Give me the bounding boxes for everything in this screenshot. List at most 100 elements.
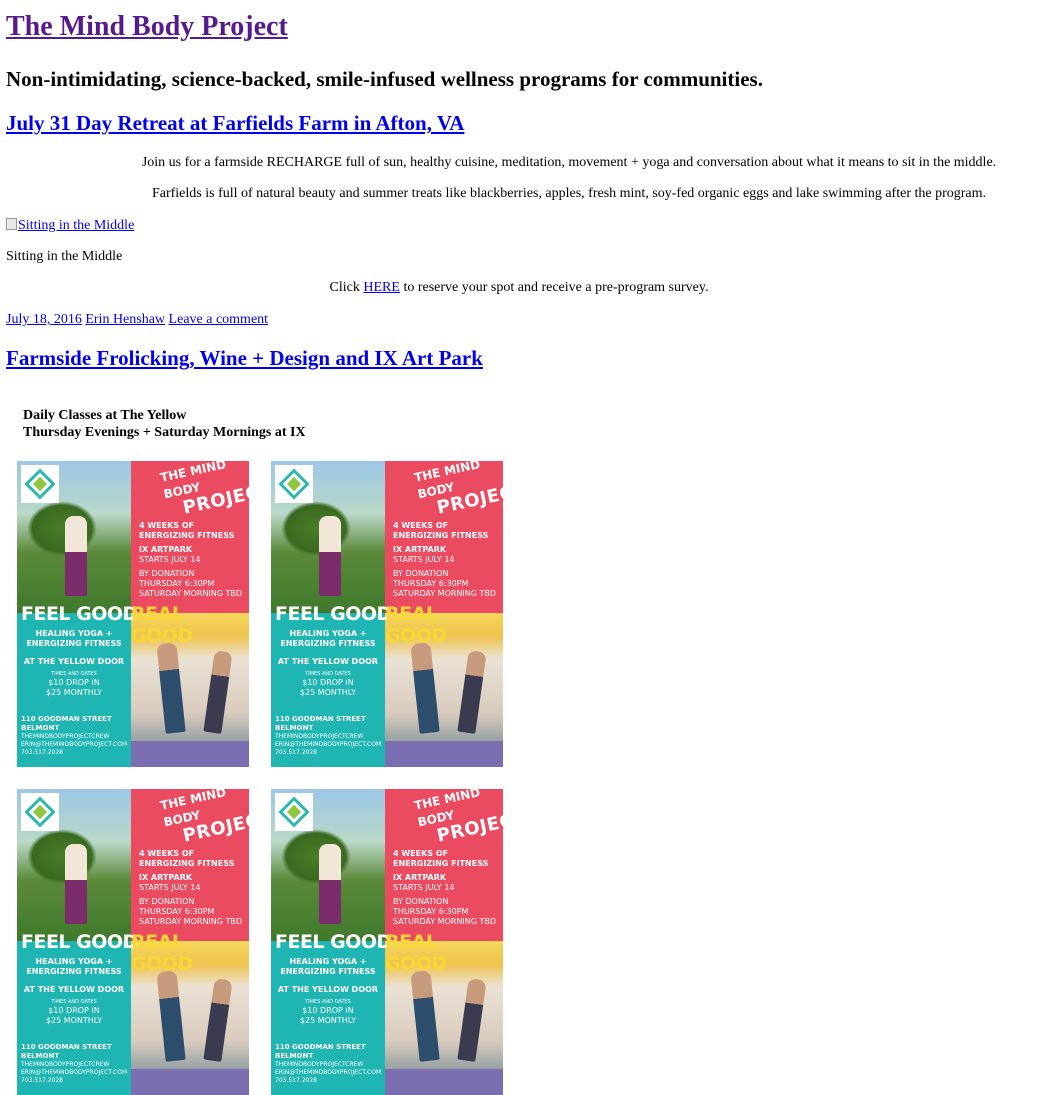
yoga-mat-graphic xyxy=(385,1069,503,1095)
flyer-text: THURSDAY 6:30PM xyxy=(393,907,469,916)
broken-image-link[interactable]: Sitting in the Middle xyxy=(6,217,134,235)
flyer-text: ERIN@THEMINDBODYPROJECT.COM xyxy=(21,1069,128,1076)
flyer-teal-panel: HEALING YOGA + ENERGIZING FITNESS AT THE… xyxy=(17,613,131,767)
page: The Mind Body Project Non-intimidating, … xyxy=(0,10,1038,441)
reserve-prefix: Click xyxy=(329,280,364,295)
flyer-text: AT THE YELLOW DOOR xyxy=(277,657,379,666)
flyer-image[interactable]: THE MIND BODY PROJECT 4 WEEKS OF ENERGIZ… xyxy=(17,461,249,767)
flyer-text: BY DONATION xyxy=(393,897,449,906)
broken-image-icon xyxy=(6,218,17,230)
flyer-text: TIMES AND DATES xyxy=(51,999,97,1005)
flyer-text: 110 GOODMAN STREET xyxy=(275,1043,366,1051)
flyer-red-panel: THE MIND BODY PROJECT 4 WEEKS OF ENERGIZ… xyxy=(131,789,249,941)
feel-good-text: FEEL GOOD xyxy=(21,931,138,953)
flyer-text: ENERGIZING FITNESS xyxy=(280,967,376,976)
flyer-address: 110 GOODMAN STREET BELMONT THEMINDBODYPR… xyxy=(21,1043,127,1085)
flyer-text: STARTS JULY 14 xyxy=(139,883,201,892)
site-title: The Mind Body Project xyxy=(6,10,1032,44)
flyer-text: 110 GOODMAN STREET xyxy=(21,715,112,723)
flyer-text: $25 MONTHLY xyxy=(45,688,103,697)
feel-good-text: FEEL GOOD xyxy=(275,603,392,625)
reserve-here-link[interactable]: HERE xyxy=(363,280,400,295)
classes-line: Thursday Evenings + Saturday Mornings at… xyxy=(23,425,306,440)
reserve-suffix: to reserve your spot and receive a pre-p… xyxy=(399,280,709,295)
flyer-text: $10 DROP IN xyxy=(302,678,354,687)
flyer-text: ENERGIZING FITNESS xyxy=(139,531,235,540)
flyer-yellow-door-details: HEALING YOGA + ENERGIZING FITNESS AT THE… xyxy=(271,629,385,698)
post-date-link[interactable]: July 18, 2016 xyxy=(6,312,82,327)
person-graphic xyxy=(319,516,341,596)
flyer-text: 4 WEEKS OF xyxy=(139,849,195,858)
classes-line: Daily Classes at The Yellow xyxy=(23,408,187,423)
person-graphic xyxy=(65,516,87,596)
post-author-link[interactable]: Erin Henshaw xyxy=(85,312,165,327)
flyer-text: IX ARTPARK xyxy=(393,873,447,882)
ix-logo xyxy=(275,465,313,503)
flyer-text: 4 WEEKS OF xyxy=(393,849,449,858)
flyer-text: THEMINDBODYPROJECTCREW xyxy=(21,1061,110,1068)
yogi-graphic xyxy=(410,970,440,1062)
flyer-text: 703.517.2028 xyxy=(275,1077,317,1084)
post-title-link-farmside[interactable]: Farmside Frolicking, Wine + Design and I… xyxy=(6,346,483,370)
image-caption: Sitting in the Middle xyxy=(6,249,123,264)
flyer-text: 4 WEEKS OF xyxy=(393,521,449,530)
post-title-link-retreat[interactable]: July 31 Day Retreat at Farfields Farm in… xyxy=(6,111,464,135)
flyer-text: AT THE YELLOW DOOR xyxy=(23,985,125,994)
yoga-mat-graphic xyxy=(385,741,503,767)
flyer-text: 110 GOODMAN STREET xyxy=(275,715,366,723)
flyer-text: SATURDAY MORNING TBD xyxy=(393,589,497,598)
ix-logo-icon xyxy=(24,796,56,828)
flyer-text: 4 WEEKS OF xyxy=(139,521,195,530)
flyer-text: HEALING YOGA + xyxy=(289,957,367,966)
flyer-text: BY DONATION xyxy=(139,897,195,906)
flyer-headline: FEEL GOOD REAL GOOD xyxy=(17,603,249,647)
post-title: Farmside Frolicking, Wine + Design and I… xyxy=(6,345,1032,371)
flyer-text: ENERGIZING FITNESS xyxy=(280,639,376,648)
ix-logo-icon xyxy=(24,468,56,500)
flyer-text: THURSDAY 6:30PM xyxy=(393,579,469,588)
flyer-text: $10 DROP IN xyxy=(48,678,100,687)
flyer-ix-details: 4 WEEKS OF ENERGIZING FITNESS IX ARTPARK… xyxy=(139,521,242,599)
yogi-graphic xyxy=(457,978,487,1062)
flyer-text: $25 MONTHLY xyxy=(299,1016,357,1025)
flyer-text: 703.517.2028 xyxy=(21,749,63,756)
person-graphic xyxy=(65,844,87,924)
flyer-text: IX ARTPARK xyxy=(139,545,193,554)
flyer-text: TIMES AND DATES xyxy=(305,671,351,677)
yogi-graphic xyxy=(156,642,186,734)
flyer-text: 110 GOODMAN STREET xyxy=(21,1043,112,1051)
flyer-text: TIMES AND DATES xyxy=(51,671,97,677)
real-good-text: REAL GOOD xyxy=(385,603,447,647)
yoga-mat-graphic xyxy=(131,741,249,767)
flyer-text: STARTS JULY 14 xyxy=(393,883,455,892)
flyer-teal-panel: HEALING YOGA + ENERGIZING FITNESS AT THE… xyxy=(271,941,385,1095)
site-title-link[interactable]: The Mind Body Project xyxy=(6,11,288,42)
flyer-yellow-door-details: HEALING YOGA + ENERGIZING FITNESS AT THE… xyxy=(17,629,131,698)
flyer-text: BELMONT xyxy=(275,724,314,732)
yogi-graphic xyxy=(156,970,186,1062)
flyer-text: HEALING YOGA + xyxy=(289,629,367,638)
real-good-text: REAL GOOD xyxy=(131,931,193,975)
flyer-image[interactable]: THE MIND BODY PROJECT 4 WEEKS OF ENERGIZ… xyxy=(271,789,503,1095)
flyer-ix-details: 4 WEEKS OF ENERGIZING FITNESS IX ARTPARK… xyxy=(139,849,242,927)
flyer-brand: THE MIND BODY PROJECT xyxy=(399,461,503,523)
real-good-text: REAL GOOD xyxy=(131,603,193,647)
flyer-image[interactable]: THE MIND BODY PROJECT 4 WEEKS OF ENERGIZ… xyxy=(17,789,249,1095)
reserve-line: Click HERE to reserve your spot and rece… xyxy=(6,279,1032,297)
flyer-address: 110 GOODMAN STREET BELMONT THEMINDBODYPR… xyxy=(21,715,127,757)
flyer-text: HEALING YOGA + xyxy=(35,629,113,638)
leave-comment-link[interactable]: Leave a comment xyxy=(169,312,269,327)
flyer-text: 703.517.2028 xyxy=(275,749,317,756)
flyer-text: ERIN@THEMINDBODYPROJECT.COM xyxy=(275,741,382,748)
flyer-red-panel: THE MIND BODY PROJECT 4 WEEKS OF ENERGIZ… xyxy=(131,461,249,613)
ix-logo xyxy=(275,793,313,831)
post-meta: July 18, 2016 Erin Henshaw Leave a comme… xyxy=(6,311,1032,329)
flyer-text: AT THE YELLOW DOOR xyxy=(277,985,379,994)
flyer-image[interactable]: THE MIND BODY PROJECT 4 WEEKS OF ENERGIZ… xyxy=(271,461,503,767)
flyer-text: $10 DROP IN xyxy=(48,1006,100,1015)
flyer-text: ENERGIZING FITNESS xyxy=(26,967,122,976)
yogi-graphic xyxy=(203,978,233,1062)
flyer-text: SATURDAY MORNING TBD xyxy=(139,589,243,598)
flyer-text: SATURDAY MORNING TBD xyxy=(393,917,497,926)
flyer-text: THURSDAY 6:30PM xyxy=(139,579,215,588)
